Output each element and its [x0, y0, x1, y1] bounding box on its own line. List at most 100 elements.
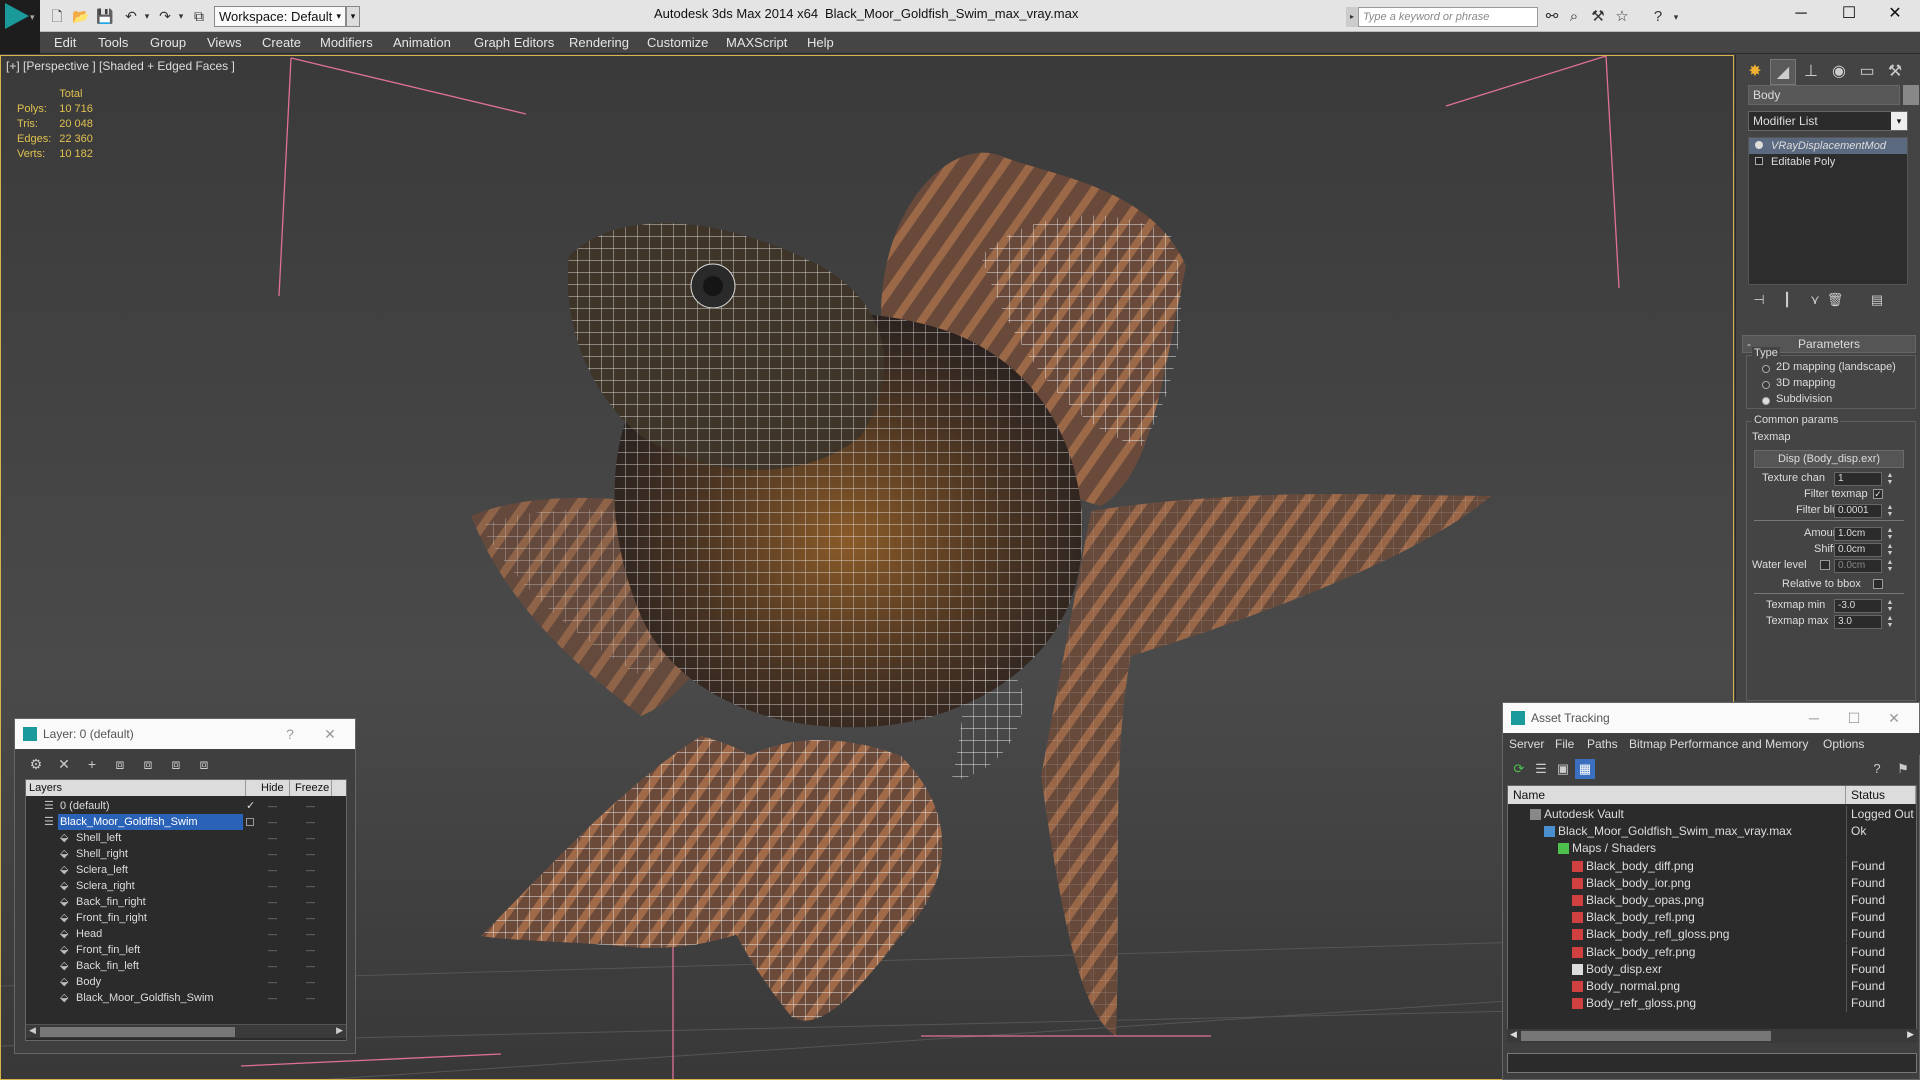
freeze-toggle[interactable]: —	[306, 878, 315, 894]
select-objects-icon[interactable]: ⧈	[109, 753, 131, 775]
layer-row[interactable]: ⬙ Sclera_right — —	[26, 878, 346, 894]
menu-animation[interactable]: Animation	[393, 35, 451, 50]
layer-row[interactable]: ☰ Black_Moor_Goldfish_Swim — —	[26, 814, 346, 830]
hide-toggle[interactable]: —	[268, 958, 277, 974]
freeze-toggle[interactable]: —	[306, 814, 315, 830]
minimize-icon[interactable]: ─	[1778, 0, 1824, 28]
save-icon[interactable]: 💾	[96, 7, 114, 25]
app-logo-icon[interactable]: ▾	[0, 0, 40, 32]
menu-group[interactable]: Group	[150, 35, 186, 50]
help-icon[interactable]: ?	[1867, 759, 1887, 779]
freeze-toggle[interactable]: —	[306, 910, 315, 926]
asset-name[interactable]: Black_body_ior.png	[1586, 875, 1691, 892]
scroll-right-icon[interactable]: ▶	[1907, 1029, 1914, 1040]
layer-row-name[interactable]: Back_fin_left	[74, 958, 139, 974]
hide-toggle[interactable]: —	[268, 894, 277, 910]
layer-row-name[interactable]: Sclera_left	[74, 862, 128, 878]
hide-toggle[interactable]: —	[268, 942, 277, 958]
help-icon[interactable]: ?	[1648, 7, 1668, 27]
asset-name[interactable]: Body_refr_gloss.png	[1586, 995, 1696, 1012]
hide-toggle[interactable]: —	[268, 830, 277, 846]
undo-dropdown-icon[interactable]: ▾	[138, 7, 156, 25]
texmap-max-spinner[interactable]: 3.0	[1834, 615, 1882, 629]
search-input[interactable]: Type a keyword or phrase	[1358, 7, 1538, 27]
water-level-checkbox[interactable]	[1820, 560, 1830, 570]
hide-toggle[interactable]: —	[268, 910, 277, 926]
object-color-swatch[interactable]	[1903, 85, 1919, 105]
new-file-icon[interactable]: 🗋	[48, 7, 66, 25]
menu-views[interactable]: Views	[207, 35, 241, 50]
hide-toggle[interactable]: —	[268, 926, 277, 942]
make-unique-icon[interactable]: ⋎	[1804, 289, 1826, 311]
maximize-icon[interactable]: ☐	[1839, 703, 1869, 733]
create-tab-icon[interactable]: ✸	[1742, 59, 1768, 85]
water-level-spinner[interactable]: 0.0cm	[1834, 559, 1882, 573]
scroll-right-icon[interactable]: ▶	[336, 1025, 343, 1036]
expand-icon[interactable]	[1755, 157, 1763, 165]
col-hide[interactable]: Hide	[258, 780, 290, 796]
layer-row[interactable]: ⬙ Head — —	[26, 926, 346, 942]
spinner-arrows-icon[interactable]: ▲ ▼	[1886, 599, 1894, 613]
thumbnail-view-icon[interactable]: ▣	[1553, 759, 1573, 779]
communication-icon[interactable]: ⚒	[1588, 7, 1608, 27]
open-file-icon[interactable]: 📂	[72, 7, 90, 25]
asset-name[interactable]: Body_normal.png	[1586, 978, 1680, 995]
layer-row[interactable]: ⬙ Sclera_left — —	[26, 862, 346, 878]
menu-edit[interactable]: Edit	[54, 35, 76, 50]
freeze-toggle[interactable]: —	[306, 846, 315, 862]
delete-layer-icon[interactable]: ✕	[53, 753, 75, 775]
menu-file[interactable]: File	[1555, 737, 1574, 751]
pin-stack-icon[interactable]: ⊣	[1748, 289, 1770, 311]
asset-name[interactable]: Black_Moor_Goldfish_Swim_max_vray.max	[1558, 823, 1792, 840]
asset-name[interactable]: Black_body_refr.png	[1586, 944, 1695, 961]
show-end-result-icon[interactable]: ┃	[1776, 289, 1798, 311]
close-icon[interactable]: ✕	[1872, 0, 1918, 28]
hide-toggle[interactable]: —	[268, 990, 277, 1006]
asset-row[interactable]: Black_body_ior.png Found	[1508, 874, 1916, 892]
asset-name[interactable]: Maps / Shaders	[1572, 840, 1656, 857]
filter-blur-spinner[interactable]: 0.0001	[1834, 504, 1882, 518]
texmap-button[interactable]: Disp (Body_disp.exr)	[1754, 450, 1904, 468]
redo-dropdown-icon[interactable]: ▾	[172, 7, 190, 25]
minimize-icon[interactable]: ─	[1799, 703, 1829, 733]
refresh-icon[interactable]: ⟳	[1509, 759, 1529, 779]
set-current-layer-icon[interactable]	[246, 818, 254, 826]
freeze-toggle[interactable]: —	[306, 974, 315, 990]
scroll-left-icon[interactable]: ◀	[1510, 1029, 1517, 1040]
hierarchy-tab-icon[interactable]: ⊥	[1798, 59, 1824, 85]
filter-texmap-checkbox[interactable]: ✓	[1873, 489, 1883, 499]
layer-row[interactable]: ⬙ Front_fin_right — —	[26, 910, 346, 926]
freeze-all-icon[interactable]: ⧈	[193, 753, 215, 775]
shift-spinner[interactable]: 0.0cm	[1834, 543, 1882, 557]
col-name[interactable]: Name	[1508, 786, 1846, 804]
remove-modifier-icon[interactable]: 🗑	[1824, 289, 1846, 311]
menu-maxscript[interactable]: MAXScript	[726, 35, 787, 50]
hide-toggle[interactable]: —	[268, 798, 277, 814]
stack-item-vraydisplacementmod[interactable]: VRayDisplacementMod	[1749, 138, 1907, 154]
search-icon[interactable]: ⌕	[1564, 7, 1584, 27]
hide-all-icon[interactable]: ⧈	[165, 753, 187, 775]
workspace-select[interactable]: Workspace: Default ▾	[214, 6, 346, 27]
texture-chan-spinner[interactable]: 1	[1834, 472, 1882, 486]
hide-toggle[interactable]: —	[268, 974, 277, 990]
layer-row[interactable]: ⬙ Body — —	[26, 974, 346, 990]
asset-row[interactable]: Black_body_diff.png Found	[1508, 857, 1916, 875]
layer-row-name[interactable]: Black_Moor_Goldfish_Swim	[74, 990, 214, 1006]
layer-row-name[interactable]: Front_fin_right	[74, 910, 147, 926]
asset-name[interactable]: Black_body_opas.png	[1586, 892, 1704, 909]
layer-row[interactable]: ⬙ Shell_left — —	[26, 830, 346, 846]
spinner-arrows-icon[interactable]: ▲ ▼	[1886, 543, 1894, 557]
radio-3d-mapping[interactable]	[1762, 381, 1770, 389]
modifier-stack[interactable]: VRayDisplacementMod Editable Poly	[1748, 137, 1908, 285]
asset-row[interactable]: Autodesk Vault Logged Out	[1508, 806, 1916, 823]
layer-row-name[interactable]: Sclera_right	[74, 878, 135, 894]
hide-toggle[interactable]: —	[268, 846, 277, 862]
menu-help[interactable]: Help	[807, 35, 834, 50]
configure-sets-icon[interactable]: ▤	[1866, 289, 1888, 311]
hide-toggle[interactable]: —	[268, 814, 277, 830]
spinner-arrows-icon[interactable]: ▲ ▼	[1886, 527, 1894, 541]
list-view-icon[interactable]: ☰	[1531, 759, 1551, 779]
freeze-toggle[interactable]: —	[306, 798, 315, 814]
add-layer-icon[interactable]: +	[81, 753, 103, 775]
asset-row[interactable]: Black_Moor_Goldfish_Swim_max_vray.max Ok	[1508, 823, 1916, 841]
